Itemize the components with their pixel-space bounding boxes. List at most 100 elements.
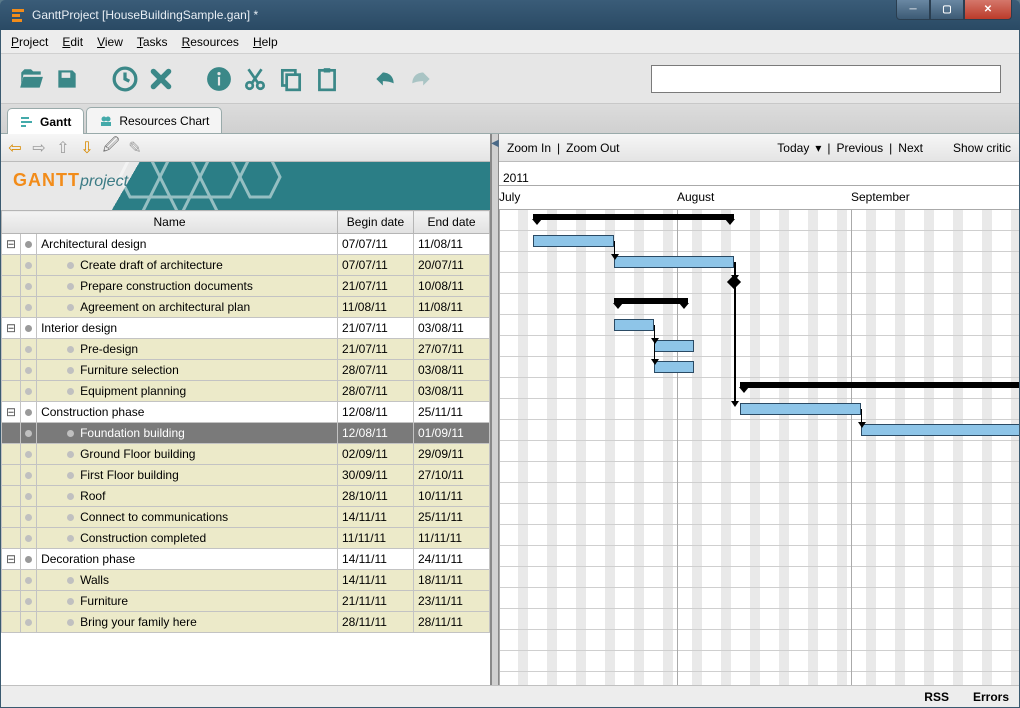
maximize-button[interactable]: ▢ <box>930 0 964 20</box>
task-end: 24/11/11 <box>414 549 490 570</box>
dropdown-icon[interactable]: ▾ <box>815 141 821 155</box>
task-bar[interactable] <box>654 340 694 352</box>
info-icon[interactable] <box>203 63 235 95</box>
task-row[interactable]: ⊟Architectural design07/07/1111/08/11 <box>2 234 490 255</box>
link-icon[interactable]: 🖉 <box>101 138 121 158</box>
expand-toggle[interactable] <box>2 612 21 633</box>
redo-icon[interactable] <box>405 63 437 95</box>
summary-bar[interactable] <box>740 382 1019 388</box>
expand-toggle[interactable]: ⊟ <box>2 402 21 423</box>
today-button[interactable]: Today <box>777 141 809 155</box>
gantt-canvas[interactable] <box>499 210 1019 685</box>
task-row[interactable]: Bring your family here28/11/1128/11/11 <box>2 612 490 633</box>
critical-path-button[interactable]: Show critic <box>953 141 1011 155</box>
task-row[interactable]: First Floor building30/09/1127/10/11 <box>2 465 490 486</box>
expand-toggle[interactable] <box>2 423 21 444</box>
task-begin: 28/10/11 <box>338 486 414 507</box>
task-row[interactable]: ⊟Decoration phase14/11/1124/11/11 <box>2 549 490 570</box>
close-button[interactable]: ✕ <box>964 0 1012 20</box>
task-row[interactable]: Equipment planning28/07/1103/08/11 <box>2 381 490 402</box>
tab-gantt[interactable]: Gantt <box>7 108 84 134</box>
zoom-in-button[interactable]: Zoom In <box>507 141 551 155</box>
expand-toggle[interactable]: ⊟ <box>2 549 21 570</box>
menu-help[interactable]: Help <box>253 35 278 49</box>
task-bar[interactable] <box>614 256 735 268</box>
open-icon[interactable] <box>15 63 47 95</box>
task-row[interactable]: Ground Floor building02/09/1129/09/11 <box>2 444 490 465</box>
expand-toggle[interactable] <box>2 528 21 549</box>
nav-fwd-icon[interactable]: ⇨ <box>29 138 49 158</box>
cut-icon[interactable] <box>239 63 271 95</box>
task-row[interactable]: Construction completed11/11/1111/11/11 <box>2 528 490 549</box>
task-bar[interactable] <box>740 403 861 415</box>
task-end: 03/08/11 <box>414 318 490 339</box>
minimize-button[interactable]: ─ <box>896 0 930 20</box>
zoom-out-button[interactable]: Zoom Out <box>566 141 619 155</box>
expand-toggle[interactable] <box>2 591 21 612</box>
task-bar[interactable] <box>614 319 654 331</box>
next-button[interactable]: Next <box>898 141 923 155</box>
nav-back-icon[interactable]: ⇦ <box>5 138 25 158</box>
expand-toggle[interactable] <box>2 444 21 465</box>
previous-button[interactable]: Previous <box>836 141 883 155</box>
menu-view[interactable]: View <box>97 35 123 49</box>
undo-icon[interactable] <box>369 63 401 95</box>
nav-up-icon[interactable]: ⇧ <box>53 138 73 158</box>
expand-toggle[interactable] <box>2 360 21 381</box>
task-row[interactable]: Prepare construction documents21/07/1110… <box>2 276 490 297</box>
expand-toggle[interactable] <box>2 255 21 276</box>
menu-edit[interactable]: Edit <box>62 35 83 49</box>
expand-toggle[interactable] <box>2 297 21 318</box>
task-end: 11/11/11 <box>414 528 490 549</box>
expand-toggle[interactable]: ⊟ <box>2 318 21 339</box>
expand-toggle[interactable] <box>2 381 21 402</box>
copy-icon[interactable] <box>275 63 307 95</box>
delete-icon[interactable] <box>145 63 177 95</box>
menu-tasks[interactable]: Tasks <box>137 35 168 49</box>
menu-resources[interactable]: Resources <box>182 35 239 49</box>
task-row[interactable]: Walls14/11/1118/11/11 <box>2 570 490 591</box>
rss-link[interactable]: RSS <box>924 690 949 704</box>
bullet-icon <box>67 367 74 374</box>
errors-link[interactable]: Errors <box>973 690 1009 704</box>
expand-toggle[interactable] <box>2 339 21 360</box>
expand-toggle[interactable] <box>2 507 21 528</box>
nav-down-icon[interactable]: ⇩ <box>77 138 97 158</box>
task-row[interactable]: Foundation building12/08/1101/09/11 <box>2 423 490 444</box>
tab-resources[interactable]: Resources Chart <box>86 107 222 133</box>
clock-icon[interactable] <box>109 63 141 95</box>
search-input[interactable] <box>651 65 1001 93</box>
expand-toggle[interactable] <box>2 276 21 297</box>
task-row[interactable]: Agreement on architectural plan11/08/111… <box>2 297 490 318</box>
col-end[interactable]: End date <box>414 211 490 234</box>
expand-toggle[interactable] <box>2 570 21 591</box>
col-begin[interactable]: Begin date <box>338 211 414 234</box>
splitter[interactable]: ◀ <box>491 134 499 685</box>
save-icon[interactable] <box>51 63 83 95</box>
task-table[interactable]: Name Begin date End date ⊟Architectural … <box>1 210 490 633</box>
task-row[interactable]: Furniture21/11/1123/11/11 <box>2 591 490 612</box>
task-row[interactable]: ⊟Interior design21/07/1103/08/11 <box>2 318 490 339</box>
row-bullet <box>21 591 37 612</box>
menu-project[interactable]: Project <box>11 35 48 49</box>
task-bar[interactable] <box>533 235 613 247</box>
task-row[interactable]: Furniture selection28/07/1103/08/11 <box>2 360 490 381</box>
task-row[interactable]: Pre-design21/07/1127/07/11 <box>2 339 490 360</box>
task-row[interactable]: ⊟Construction phase12/08/1125/11/11 <box>2 402 490 423</box>
expand-toggle[interactable] <box>2 486 21 507</box>
summary-bar[interactable] <box>614 298 689 304</box>
task-begin: 21/07/11 <box>338 276 414 297</box>
expand-toggle[interactable]: ⊟ <box>2 234 21 255</box>
task-row[interactable]: Connect to communications14/11/1125/11/1… <box>2 507 490 528</box>
task-begin: 21/07/11 <box>338 318 414 339</box>
expand-toggle[interactable] <box>2 465 21 486</box>
titlebar[interactable]: GanttProject [HouseBuildingSample.gan] *… <box>0 0 1020 30</box>
summary-bar[interactable] <box>533 214 734 220</box>
col-name[interactable]: Name <box>2 211 338 234</box>
task-bar[interactable] <box>654 361 694 373</box>
unlink-icon[interactable]: ✎ <box>125 138 145 158</box>
task-row[interactable]: Create draft of architecture07/07/1120/0… <box>2 255 490 276</box>
paste-icon[interactable] <box>311 63 343 95</box>
task-bar[interactable] <box>861 424 1019 436</box>
task-row[interactable]: Roof28/10/1110/11/11 <box>2 486 490 507</box>
